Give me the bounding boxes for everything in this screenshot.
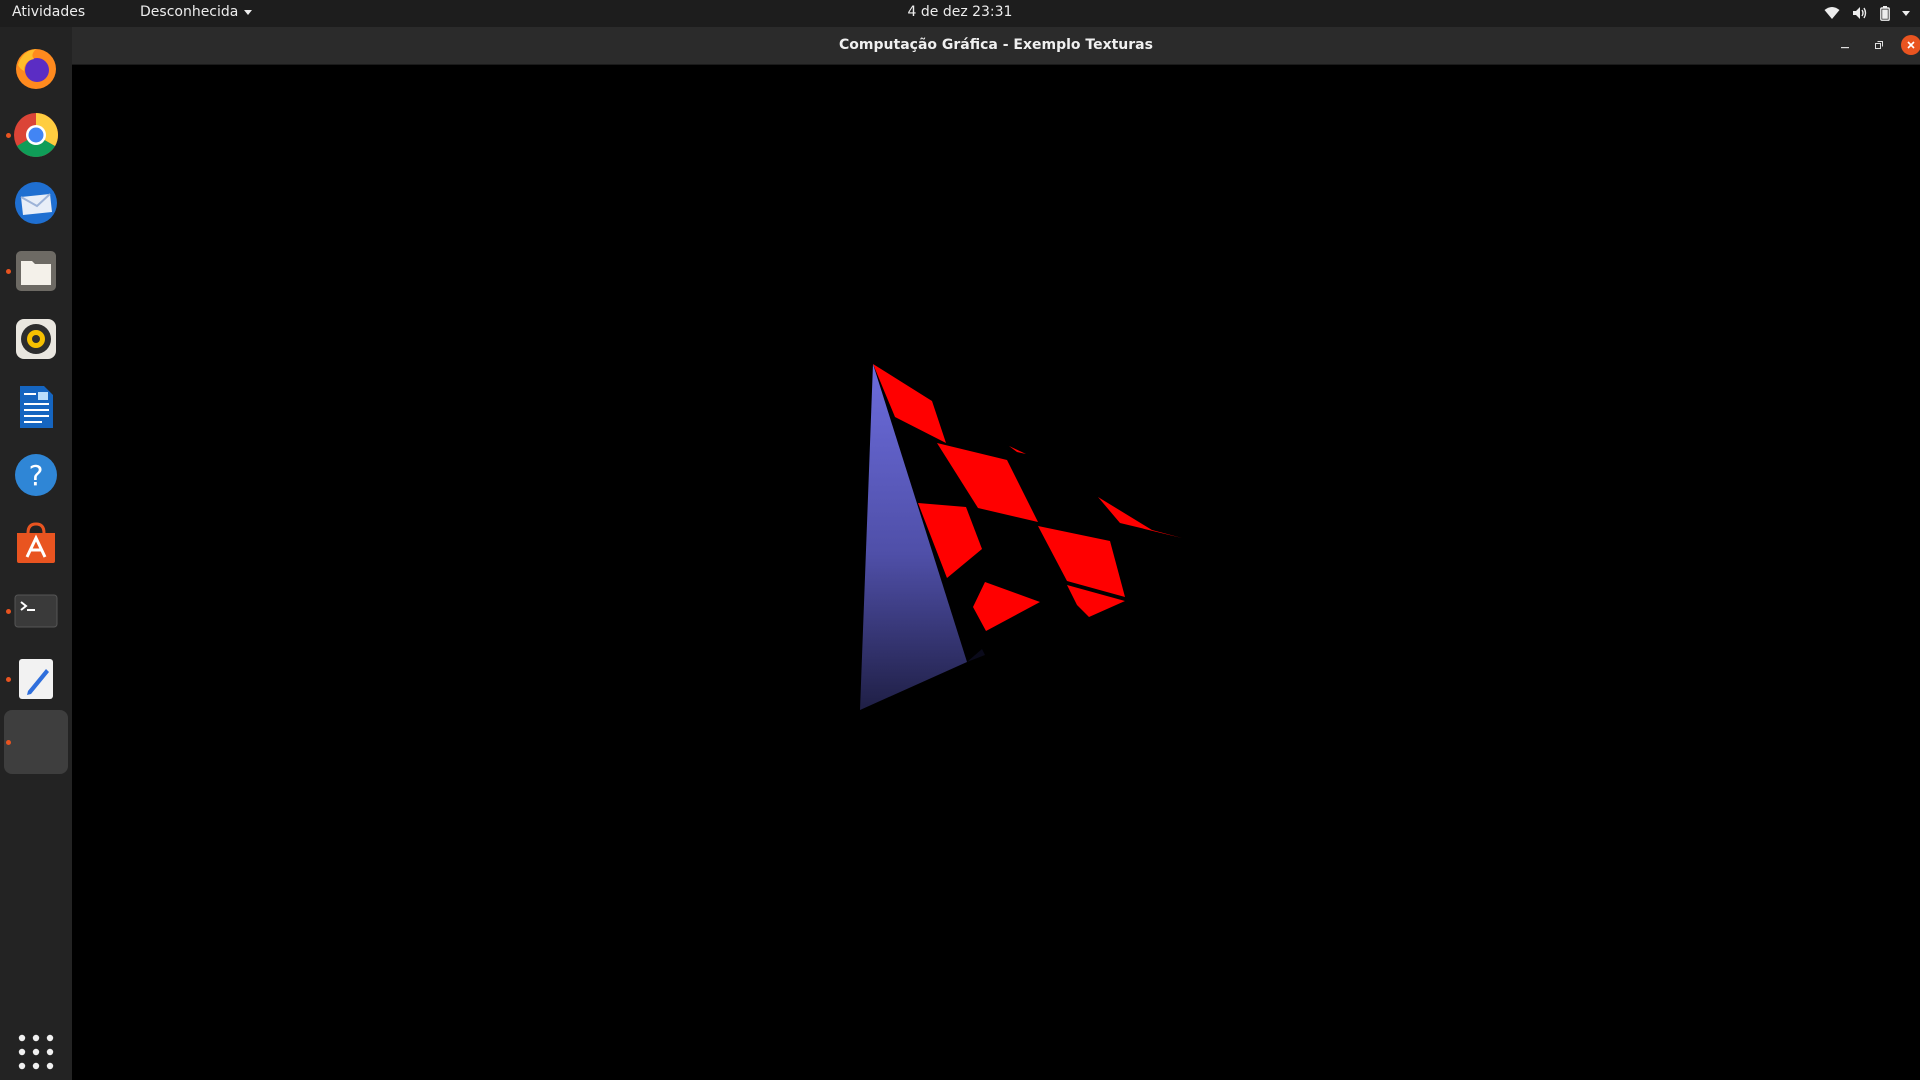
top-bar: Atividades Desconhecida 4 de dez 23:31 <box>0 0 1920 27</box>
dock-item-files[interactable] <box>4 239 68 303</box>
system-menu-caret-icon <box>1902 10 1910 16</box>
system-status-area[interactable] <box>1824 3 1910 23</box>
running-indicator <box>6 609 11 614</box>
window-titlebar[interactable]: Computação Gráfica - Exemplo Texturas <box>72 27 1920 65</box>
clock-datetime[interactable]: 4 de dez 23:31 <box>908 4 1013 20</box>
maximize-button[interactable] <box>1869 35 1889 55</box>
running-indicator <box>6 677 11 682</box>
app-menu[interactable]: Desconhecida <box>140 4 253 20</box>
dock-item-chrome[interactable] <box>4 103 68 167</box>
dock-item-software[interactable] <box>4 511 68 575</box>
app-window: Computação Gráfica - Exemplo Texturas <box>72 27 1920 1080</box>
minimize-icon <box>1841 47 1849 49</box>
activities-button[interactable]: Atividades <box>12 4 85 20</box>
running-indicator <box>6 740 11 745</box>
dock-item-text-editor[interactable] <box>4 647 68 711</box>
dock-item-firefox[interactable] <box>4 35 68 99</box>
battery-icon <box>1880 5 1890 21</box>
dock-item-rhythmbox[interactable] <box>4 307 68 371</box>
running-indicator <box>6 269 11 274</box>
blank-app-icon <box>12 718 60 766</box>
wifi-icon <box>1824 7 1840 19</box>
software-center-icon <box>17 522 55 563</box>
thunderbird-icon <box>15 182 57 224</box>
writer-icon <box>20 386 53 428</box>
folder-icon <box>16 251 56 291</box>
volume-icon <box>1853 7 1867 19</box>
dock-item-current-app[interactable] <box>4 710 68 774</box>
close-button[interactable] <box>1901 35 1920 55</box>
app-grid-icon[interactable] <box>14 1030 58 1074</box>
svg-text:?: ? <box>29 459 44 492</box>
textured-pyramid <box>860 364 1182 710</box>
app-menu-label: Desconhecida <box>140 4 239 20</box>
maximize-icon <box>1875 41 1883 49</box>
help-icon: ? <box>15 454 57 496</box>
terminal-icon <box>14 594 58 628</box>
window-title: Computação Gráfica - Exemplo Texturas <box>839 37 1153 53</box>
dock-item-thunderbird[interactable] <box>4 171 68 235</box>
chevron-down-icon <box>244 9 253 15</box>
clock-container: 4 de dez 23:31 <box>0 4 1920 20</box>
firefox-icon <box>16 49 56 89</box>
chrome-icon <box>14 113 58 157</box>
text-editor-icon <box>19 659 53 699</box>
minimize-button[interactable] <box>1835 35 1855 55</box>
rhythmbox-icon <box>16 319 56 359</box>
dock: ? <box>0 27 72 1080</box>
dock-item-terminal[interactable] <box>4 579 68 643</box>
running-indicator <box>6 133 11 138</box>
opengl-canvas[interactable] <box>72 65 1920 1080</box>
dock-item-help[interactable]: ? <box>4 443 68 507</box>
close-icon <box>1907 41 1915 49</box>
dock-item-libreoffice-writer[interactable] <box>4 375 68 439</box>
